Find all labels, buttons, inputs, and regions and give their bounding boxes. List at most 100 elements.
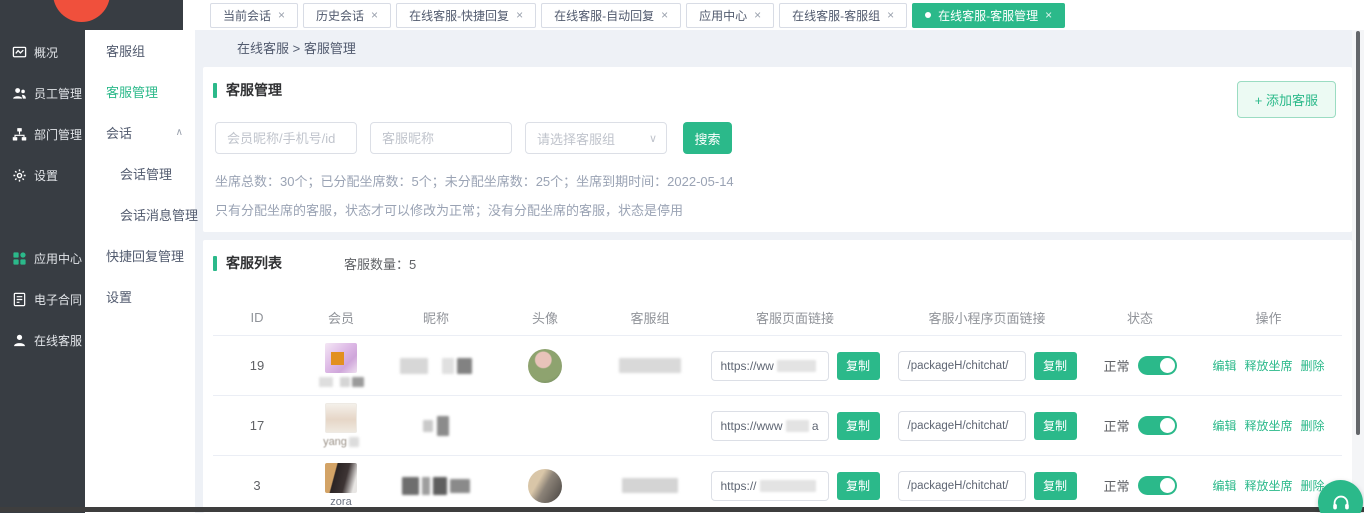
tab-label: 在线客服-客服组 [792, 7, 880, 24]
sidebar-item-contract[interactable]: 电子合同 [0, 279, 85, 320]
tab-service-group[interactable]: 在线客服-客服组 × [779, 3, 907, 28]
submenu-item-service-manage[interactable]: 客服管理 [85, 71, 195, 112]
submenu-label: 会话消息管理 [120, 205, 198, 224]
submenu-item-session-message-manage[interactable]: 会话消息管理 [85, 194, 195, 235]
redacted-text [622, 478, 678, 493]
add-service-button[interactable]: + 添加客服 [1237, 81, 1336, 118]
tab-app-center[interactable]: 应用中心 × [686, 3, 774, 28]
col-member: 会员 [301, 308, 381, 327]
close-icon[interactable]: × [754, 9, 761, 21]
redacted-text [760, 480, 816, 492]
status-label: 正常 [1103, 476, 1129, 495]
cell-avatar [491, 349, 599, 383]
service-group-select[interactable]: 请选择客服组 ∨ [525, 122, 667, 154]
service-nickname-input[interactable] [370, 122, 512, 154]
seat-note-text: 只有分配坐席的客服，状态才可以修改为正常；没有分配坐席的客服，状态是停用 [213, 200, 1342, 219]
edit-link[interactable]: 编辑 [1212, 477, 1236, 494]
cell-page-link: https:// 复制 [701, 471, 889, 501]
edit-link[interactable]: 编辑 [1212, 417, 1236, 434]
link-text: /packageH/chitchat/ [908, 420, 1009, 432]
submenu-item-quick-reply-manage[interactable]: 快捷回复管理 [85, 235, 195, 276]
service-table: ID 会员 昵称 头像 客服组 客服页面链接 客服小程序页面链接 状态 操作 1… [213, 299, 1342, 513]
sidebar-item-overview[interactable]: 概况 [0, 32, 85, 73]
contract-icon [12, 292, 27, 307]
tab-current-session[interactable]: 当前会话 × [210, 3, 298, 28]
tab-history-session[interactable]: 历史会话 × [303, 3, 391, 28]
sidebar-item-staff[interactable]: 员工管理 [0, 73, 85, 114]
redacted-text [442, 358, 454, 374]
col-id: ID [213, 310, 301, 325]
redacted-text [402, 477, 419, 495]
secondary-sidebar: 客服组 客服管理 会话 ∧ 会话管理 会话消息管理 快捷回复管理 设置 [85, 30, 195, 513]
member-thumbnail [325, 463, 357, 493]
main-sidebar: 概况 员工管理 部门管理 设置 应用中心 电子合同 在线客服 [0, 30, 85, 513]
cell-page-link: https://ww 复制 [701, 351, 889, 381]
submenu-item-settings[interactable]: 设置 [85, 276, 195, 317]
copy-page-link-button[interactable]: 复制 [837, 472, 880, 500]
tab-label: 在线客服-快捷回复 [409, 7, 509, 24]
status-toggle[interactable] [1138, 356, 1177, 375]
release-seat-link[interactable]: 释放坐席 [1244, 357, 1292, 374]
overview-icon [12, 45, 27, 60]
mini-link-input[interactable]: /packageH/chitchat/ [898, 411, 1026, 441]
mini-link-input[interactable]: /packageH/chitchat/ [898, 471, 1026, 501]
sidebar-item-department[interactable]: 部门管理 [0, 114, 85, 155]
close-icon[interactable]: × [278, 9, 285, 21]
toggle-knob [1160, 418, 1175, 433]
cell-mini-link: /packageH/chitchat/ 复制 [889, 411, 1085, 441]
department-icon [12, 127, 27, 142]
release-seat-link[interactable]: 释放坐席 [1244, 477, 1292, 494]
settings-icon [12, 168, 27, 183]
copy-mini-link-button[interactable]: 复制 [1034, 472, 1077, 500]
submenu-label: 客服管理 [106, 82, 158, 101]
mini-link-input[interactable]: /packageH/chitchat/ [898, 351, 1026, 381]
redacted-text [619, 358, 681, 373]
avatar [528, 469, 562, 503]
page-link-input[interactable]: https:// [711, 471, 829, 501]
close-icon[interactable]: × [516, 9, 523, 21]
col-group: 客服组 [599, 308, 701, 327]
tab-bar: 当前会话 × 历史会话 × 在线客服-快捷回复 × 在线客服-自动回复 × 应用… [183, 0, 1364, 30]
sidebar-item-settings[interactable]: 设置 [0, 155, 85, 196]
page-link-input[interactable]: https://ww [711, 351, 829, 381]
close-icon[interactable]: × [371, 9, 378, 21]
sidebar-item-app-center[interactable]: 应用中心 [0, 238, 85, 279]
status-toggle[interactable] [1138, 416, 1177, 435]
copy-mini-link-button[interactable]: 复制 [1034, 412, 1077, 440]
seat-stats-text: 坐席总数：30个；已分配坐席数：5个；未分配坐席数：25个；坐席到期时间：202… [213, 171, 1342, 190]
submenu-item-session[interactable]: 会话 ∧ [85, 112, 195, 153]
close-icon[interactable]: × [661, 9, 668, 21]
tab-service-manage-active[interactable]: 在线客服-客服管理 × [912, 3, 1065, 28]
copy-page-link-button[interactable]: 复制 [837, 352, 880, 380]
submenu-label: 客服组 [106, 41, 145, 60]
close-icon[interactable]: × [1045, 9, 1052, 21]
delete-link[interactable]: 删除 [1301, 417, 1325, 434]
cell-avatar [491, 469, 599, 503]
edit-link[interactable]: 编辑 [1212, 357, 1236, 374]
page-link-input[interactable]: https://www a [711, 411, 829, 441]
copy-mini-link-button[interactable]: 复制 [1034, 352, 1077, 380]
status-toggle[interactable] [1138, 476, 1177, 495]
redacted-text [457, 358, 472, 374]
sidebar-item-online-service[interactable]: 在线客服 [0, 320, 85, 361]
search-button[interactable]: 搜索 [683, 122, 732, 154]
close-icon[interactable]: × [887, 9, 894, 21]
member-search-input[interactable] [215, 122, 357, 154]
link-text: https://ww [721, 359, 774, 373]
scrollbar-thumb[interactable] [1356, 31, 1360, 435]
tab-auto-reply[interactable]: 在线客服-自动回复 × [541, 3, 681, 28]
release-seat-link[interactable]: 释放坐席 [1244, 417, 1292, 434]
tab-quick-reply[interactable]: 在线客服-快捷回复 × [396, 3, 536, 28]
copy-page-link-button[interactable]: 复制 [837, 412, 880, 440]
chevron-up-icon: ∧ [176, 127, 183, 138]
delete-link[interactable]: 删除 [1301, 357, 1325, 374]
main-content: 在线客服 > 客服管理 客服管理 + 添加客服 请选择客服组 ∨ 搜索 坐席总数… [195, 30, 1364, 513]
submenu-item-service-group[interactable]: 客服组 [85, 30, 195, 71]
cell-id: 17 [213, 418, 301, 433]
submenu-item-session-manage[interactable]: 会话管理 [85, 153, 195, 194]
sidebar-item-label: 应用中心 [34, 250, 82, 267]
service-count: 客服数量：5 [344, 254, 416, 273]
section-accent-bar [213, 83, 217, 98]
redacted-text [422, 477, 430, 495]
redacted-text [423, 420, 433, 432]
